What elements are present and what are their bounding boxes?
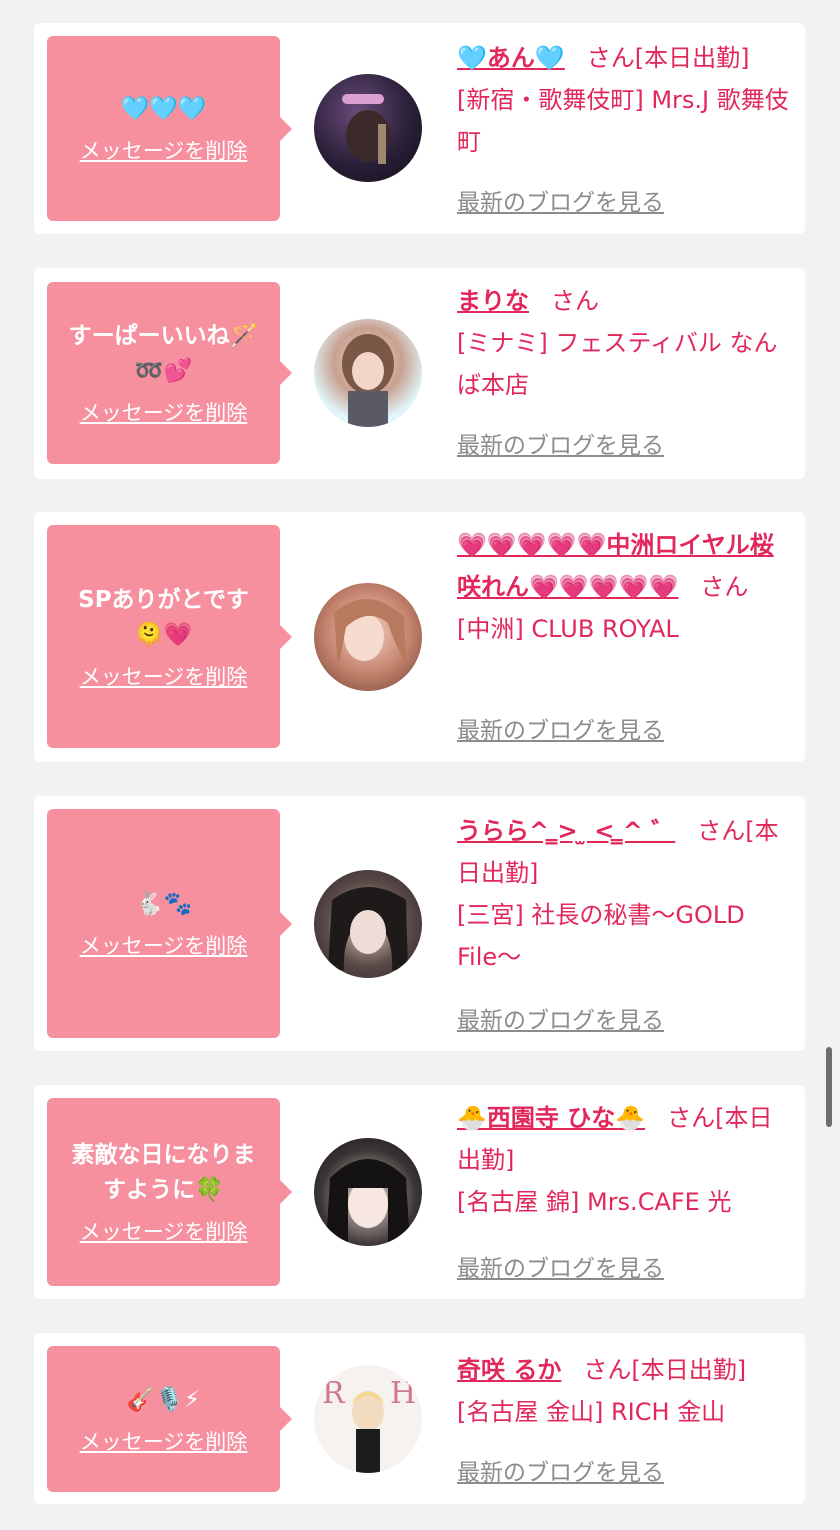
message-bubble: 🎸🎙️⚡ メッセージを削除 [47,1346,292,1492]
cast-info: 🩵あん🩵 さん[本日出勤] [新宿・歌舞伎町] Mrs.J 歌舞伎町 [457,37,795,163]
avatar[interactable] [314,74,422,182]
avatar[interactable] [314,583,422,691]
delete-message-link[interactable]: メッセージを削除 [80,135,248,165]
cast-name-link[interactable]: 奇咲 るか [457,1356,561,1384]
message-text: すーぱーいいね🪄 ➿💕 [68,323,259,384]
avatar-photo [328,887,408,970]
delete-message-link[interactable]: メッセージを削除 [80,1216,248,1246]
honorific: さん [667,1104,716,1132]
latest-blog-link[interactable]: 最新のブログを見る [457,183,664,217]
message-bubble: 🐇🐾 メッセージを削除 [47,809,292,1038]
honorific: さん [583,1356,632,1384]
message-card: 🎸🎙️⚡ メッセージを削除 R H 奇咲 るか さん[本日出勤] [名古屋 金山]… [34,1333,805,1504]
cast-name-link[interactable]: まりな [457,287,529,315]
status-badge: [本日出勤] [634,44,750,72]
latest-blog-link[interactable]: 最新のブログを見る [457,426,664,460]
cast-info: 奇咲 るか さん[本日出勤] [名古屋 金山] RICH 金山 [457,1349,795,1433]
shop-location: [名古屋 錦] Mrs.CAFE 光 [457,1188,732,1216]
avatar-photo [326,1159,410,1246]
message-bubble: すーぱーいいね🪄 ➿💕 メッセージを削除 [47,282,292,464]
cast-name-link[interactable]: 🩵あん🩵 [457,44,565,72]
avatar-photo: R H [322,1376,416,1473]
avatar[interactable] [314,870,422,978]
delete-message-link[interactable]: メッセージを削除 [80,397,248,427]
message-card: すーぱーいいね🪄 ➿💕 メッセージを削除 まりな さん [ミナミ] フェスティバル… [34,268,805,479]
message-text: 🐇🐾 [134,891,193,917]
avatar-photo [342,94,390,164]
avatar[interactable]: R H [314,1365,422,1473]
avatar-photo [334,598,406,669]
honorific: さん [697,817,746,845]
honorific: さん [551,287,599,315]
message-bubble: 🩵🩵🩵 メッセージを削除 [47,36,292,221]
delete-message-link[interactable]: メッセージを削除 [80,1426,248,1456]
cast-info: 💗💗💗💗💗中洲ロイヤル桜咲れん💗💗💗💗💗 さん [中洲] CLUB ROYAL [457,524,795,650]
message-text: SPありがとです 🫠💗 [78,586,249,648]
cast-info: 🐣西園寺 ひな🐣 さん[本日出勤] [名古屋 錦] Mrs.CAFE 光 [457,1097,795,1223]
shop-location: [新宿・歌舞伎町] Mrs.J 歌舞伎町 [457,86,789,156]
honorific: さん [586,44,635,72]
message-card: SPありがとです 🫠💗 メッセージを削除 💗💗💗💗💗中洲ロイヤル桜咲れん💗💗💗💗… [34,512,805,762]
cast-info: うらら^ ̳> ̫ < ̳^ ゛さん[本日出勤] [三宮] 社長の秘書〜GOLD… [457,810,795,978]
message-bubble: 素敵な日になりま すように🍀 メッセージを削除 [47,1098,292,1286]
message-text: 🩵🩵🩵 [120,96,207,122]
message-bubble: SPありがとです 🫠💗 メッセージを削除 [47,525,292,748]
message-text: 🎸🎙️⚡ [126,1386,201,1413]
avatar[interactable] [314,1138,422,1246]
honorific: さん [700,573,749,601]
latest-blog-link[interactable]: 最新のブログを見る [457,711,664,745]
delete-message-link[interactable]: メッセージを削除 [80,661,248,691]
cast-name-link[interactable]: うらら^ ̳> ̫ < ̳^ ゛ [457,817,675,845]
message-card: 🐇🐾 メッセージを削除 うらら^ ̳> ̫ < ̳^ ゛さん[本日出勤] [三宮… [34,796,805,1051]
cast-name-link[interactable]: 🐣西園寺 ひな🐣 [457,1104,645,1132]
avatar[interactable] [314,319,422,427]
latest-blog-link[interactable]: 最新のブログを見る [457,1001,664,1035]
delete-message-link[interactable]: メッセージを削除 [80,930,248,960]
latest-blog-link[interactable]: 最新のブログを見る [457,1249,664,1283]
svg-text:R: R [322,1376,346,1411]
cast-info: まりな さん [ミナミ] フェスティバル なんば本店 [457,280,795,406]
shop-location: [中洲] CLUB ROYAL [457,615,679,643]
message-text: 素敵な日になりま すように🍀 [71,1142,256,1203]
message-card: 素敵な日になりま すように🍀 メッセージを削除 🐣西園寺 ひな🐣 さん[本日出勤]… [34,1085,805,1299]
status-badge: [本日出勤] [631,1356,747,1384]
scrollbar[interactable] [826,1047,832,1127]
shop-location: [三宮] 社長の秘書〜GOLD File〜 [457,901,745,971]
message-card: 🩵🩵🩵 メッセージを削除 🩵あん🩵 さん[本日出勤] [新宿・歌舞伎町] Mrs.… [34,23,805,234]
latest-blog-link[interactable]: 最新のブログを見る [457,1453,664,1487]
shop-location: [ミナミ] フェスティバル なんば本店 [457,329,778,399]
shop-location: [名古屋 金山] RICH 金山 [457,1398,726,1426]
svg-text:H: H [390,1376,416,1411]
avatar-photo [342,334,394,427]
